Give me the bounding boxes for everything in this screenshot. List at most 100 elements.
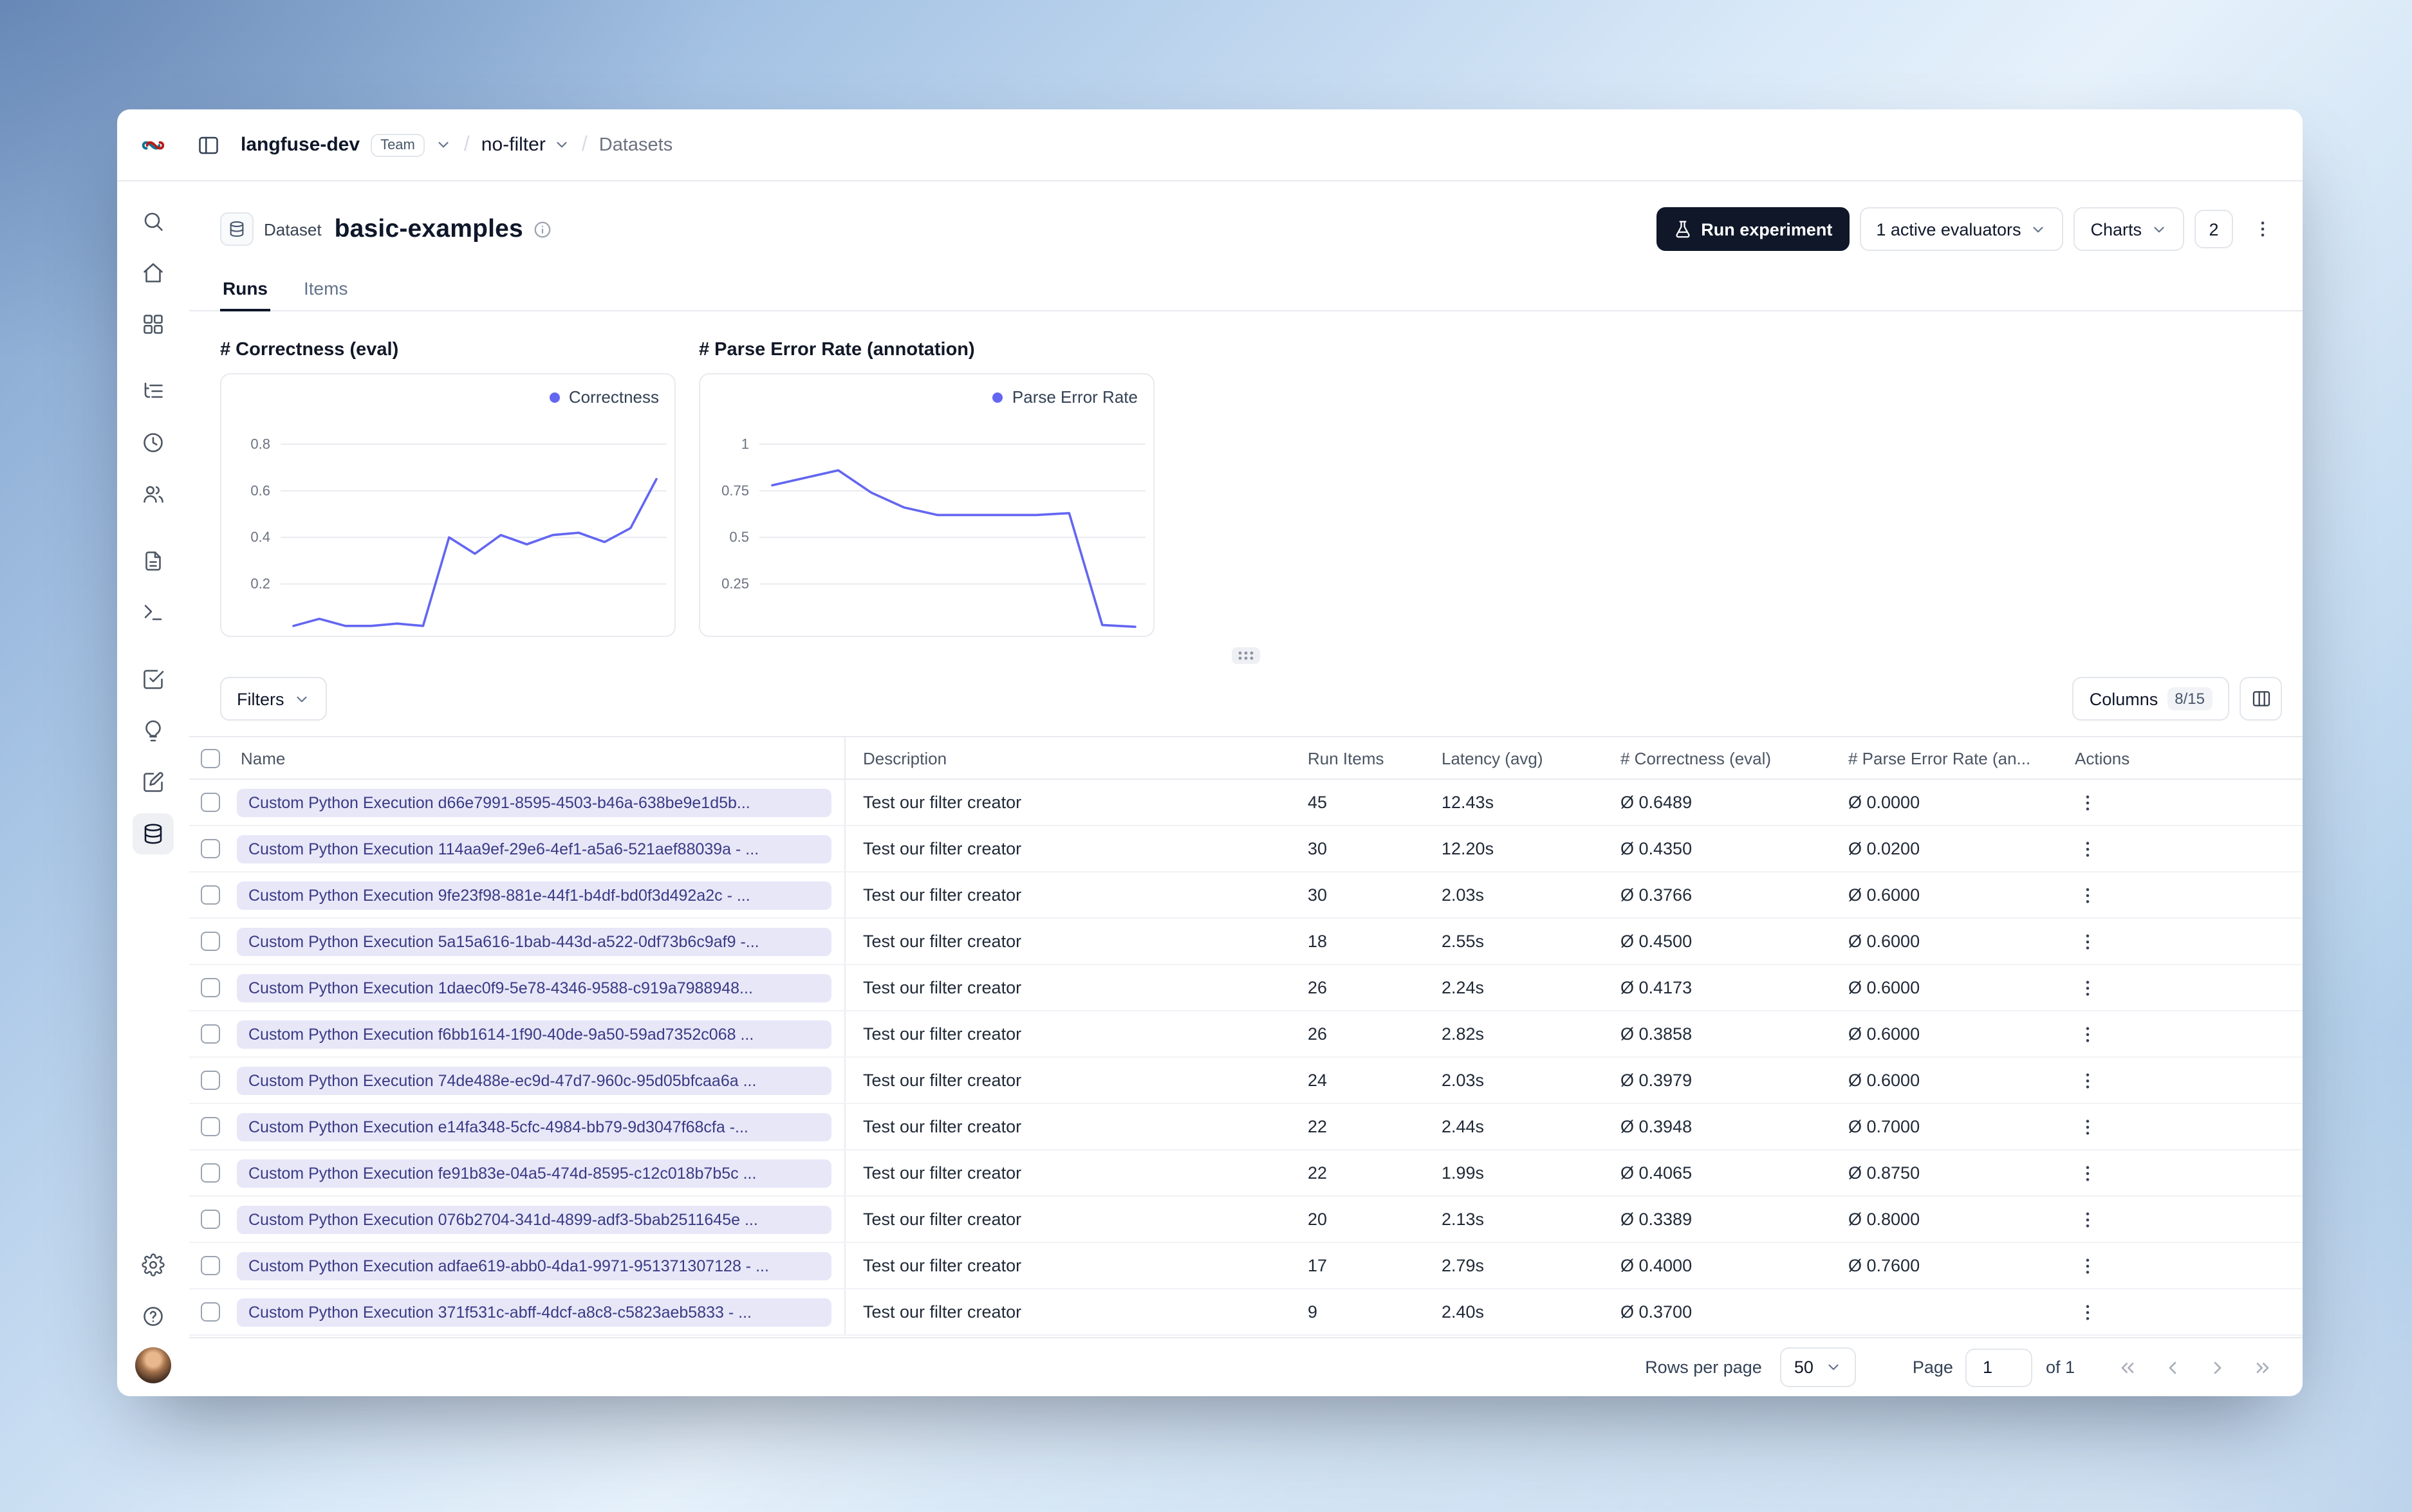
sidebar-item-sessions[interactable] xyxy=(133,422,174,463)
breadcrumb-project[interactable]: no-filter xyxy=(481,134,570,156)
column-header-parse-error-rate[interactable]: # Parse Error Rate (an... xyxy=(1830,736,2057,780)
user-avatar[interactable] xyxy=(135,1347,171,1383)
column-header-description[interactable]: Description xyxy=(844,736,1290,780)
row-checkbox[interactable] xyxy=(200,1071,219,1091)
sidebar-item-datasets[interactable] xyxy=(133,813,174,854)
table-row[interactable]: Custom Python Execution adfae619-abb0-4d… xyxy=(189,1242,2303,1289)
breadcrumb-org[interactable]: langfuse-dev Team xyxy=(241,133,452,156)
table-row[interactable]: Custom Python Execution d66e7991-8595-45… xyxy=(189,779,2303,826)
row-actions-menu[interactable] xyxy=(2070,1248,2106,1284)
runs-table: Name Description Run Items Latency (avg)… xyxy=(189,736,2303,1337)
table-row[interactable]: Custom Python Execution 9fe23f98-881e-44… xyxy=(189,872,2303,919)
row-actions-menu[interactable] xyxy=(2070,1201,2106,1237)
tab-runs[interactable]: Runs xyxy=(220,269,270,311)
row-checkbox[interactable] xyxy=(200,1210,219,1230)
row-checkbox[interactable] xyxy=(200,839,219,859)
info-icon[interactable] xyxy=(533,219,553,239)
sidebar-item-playground[interactable] xyxy=(133,592,174,633)
sidebar-item-evaluation[interactable] xyxy=(133,659,174,700)
run-name-link[interactable]: Custom Python Execution d66e7991-8595-45… xyxy=(237,788,831,816)
sidebar-item-support[interactable] xyxy=(133,1296,174,1337)
table-row[interactable]: Custom Python Execution 076b2704-341d-48… xyxy=(189,1196,2303,1243)
tab-items[interactable]: Items xyxy=(301,269,350,310)
run-name-link[interactable]: Custom Python Execution f6bb1614-1f90-40… xyxy=(237,1020,831,1048)
sidebar-item-users[interactable] xyxy=(133,474,174,515)
columns-button[interactable]: Columns 8/15 xyxy=(2072,677,2229,721)
sidebar-toggle-button[interactable] xyxy=(189,125,228,164)
row-actions-menu[interactable] xyxy=(2070,1294,2106,1330)
table-row[interactable]: Custom Python Execution fe91b83e-04a5-47… xyxy=(189,1150,2303,1197)
row-checkbox[interactable] xyxy=(200,932,219,952)
table-row[interactable]: Custom Python Execution 74de488e-ec9d-47… xyxy=(189,1057,2303,1104)
sidebar-item-dashboards[interactable] xyxy=(133,304,174,345)
next-page-button[interactable] xyxy=(2198,1348,2237,1387)
sidebar-item-tracing[interactable] xyxy=(133,371,174,412)
run-items-count: 24 xyxy=(1290,1057,1424,1104)
run-name-link[interactable]: Custom Python Execution 9fe23f98-881e-44… xyxy=(237,881,831,909)
sidebar-item-settings[interactable] xyxy=(133,1244,174,1286)
charts-select[interactable]: Charts xyxy=(2073,207,2184,251)
sidebar-item-insights[interactable] xyxy=(133,710,174,751)
table-row[interactable]: Custom Python Execution 114aa9ef-29e6-4e… xyxy=(189,825,2303,872)
table-row[interactable]: Custom Python Execution 371f531c-abff-4d… xyxy=(189,1289,2303,1336)
row-checkbox[interactable] xyxy=(200,793,219,813)
run-name-link[interactable]: Custom Python Execution 371f531c-abff-4d… xyxy=(237,1298,831,1326)
row-checkbox[interactable] xyxy=(200,1256,219,1276)
breadcrumb-section[interactable]: Datasets xyxy=(599,134,673,155)
row-actions-menu[interactable] xyxy=(2070,831,2106,867)
kebab-menu-icon xyxy=(2086,1304,2090,1320)
run-name-link[interactable]: Custom Python Execution e14fa348-5cfc-49… xyxy=(237,1112,831,1141)
resize-grip-handle[interactable] xyxy=(1232,647,1260,664)
sidebar-item-home[interactable] xyxy=(133,252,174,293)
sidebar-item-annotation[interactable] xyxy=(133,762,174,803)
row-actions-menu[interactable] xyxy=(2070,970,2106,1006)
filters-button[interactable]: Filters xyxy=(220,677,327,721)
chart-card: Parse Error Rate 0.25 0.5 0.75 1 xyxy=(699,373,1155,637)
column-header-name[interactable]: Name xyxy=(230,736,845,780)
row-checkbox[interactable] xyxy=(200,1024,219,1044)
column-header-latency[interactable]: Latency (avg) xyxy=(1424,736,1602,780)
row-checkbox[interactable] xyxy=(200,1117,219,1137)
row-checkbox[interactable] xyxy=(200,1302,219,1322)
active-evaluators-select[interactable]: 1 active evaluators xyxy=(1859,207,2064,251)
run-name-link[interactable]: Custom Python Execution 5a15a616-1bab-44… xyxy=(237,927,831,955)
run-name-link[interactable]: Custom Python Execution 1daec0f9-5e78-43… xyxy=(237,973,831,1002)
table-row[interactable]: Custom Python Execution f6bb1614-1f90-40… xyxy=(189,1011,2303,1058)
column-header-run-items[interactable]: Run Items xyxy=(1290,736,1424,780)
row-checkbox[interactable] xyxy=(200,978,219,998)
run-name-link[interactable]: Custom Python Execution adfae619-abb0-4d… xyxy=(237,1251,831,1280)
run-name-link[interactable]: Custom Python Execution 74de488e-ec9d-47… xyxy=(237,1066,831,1094)
last-page-button[interactable] xyxy=(2243,1348,2282,1387)
first-page-button[interactable] xyxy=(2108,1348,2147,1387)
column-header-correctness[interactable]: # Correctness (eval) xyxy=(1602,736,1830,780)
prev-page-button[interactable] xyxy=(2153,1348,2192,1387)
row-height-button[interactable] xyxy=(2240,677,2282,721)
page-number-input[interactable] xyxy=(1965,1348,2033,1387)
row-actions-menu[interactable] xyxy=(2070,784,2106,820)
table-row[interactable]: Custom Python Execution 1daec0f9-5e78-43… xyxy=(189,964,2303,1011)
row-actions-menu[interactable] xyxy=(2070,1155,2106,1191)
row-checkbox[interactable] xyxy=(200,885,219,905)
select-all-checkbox[interactable] xyxy=(200,749,219,769)
row-actions-menu[interactable] xyxy=(2070,923,2106,959)
run-name-link[interactable]: Custom Python Execution fe91b83e-04a5-47… xyxy=(237,1159,831,1187)
sidebar-item-prompts[interactable] xyxy=(133,540,174,582)
run-experiment-button[interactable]: Run experiment xyxy=(1656,207,1850,251)
run-name-link[interactable]: Custom Python Execution 114aa9ef-29e6-4e… xyxy=(237,834,831,863)
page-more-actions-button[interactable] xyxy=(2243,210,2282,248)
run-parse-error-avg: Ø 0.6000 xyxy=(1830,964,2057,1011)
row-actions-menu[interactable] xyxy=(2070,1016,2106,1052)
charts-count-badge[interactable]: 2 xyxy=(2194,210,2233,248)
table-row[interactable]: Custom Python Execution 5a15a616-1bab-44… xyxy=(189,918,2303,965)
row-checkbox[interactable] xyxy=(200,1163,219,1183)
row-actions-menu[interactable] xyxy=(2070,1062,2106,1098)
row-actions-menu[interactable] xyxy=(2070,1109,2106,1145)
sidebar-item-search[interactable] xyxy=(133,201,174,242)
svg-text:1: 1 xyxy=(741,436,749,452)
run-name-link[interactable]: Custom Python Execution 076b2704-341d-48… xyxy=(237,1205,831,1233)
run-parse-error-avg: Ø 0.6000 xyxy=(1830,872,2057,919)
row-actions-menu[interactable] xyxy=(2070,877,2106,913)
rows-per-page-select[interactable]: 50 xyxy=(1779,1347,1856,1387)
columns-label: Columns xyxy=(2089,689,2158,708)
table-row[interactable]: Custom Python Execution e14fa348-5cfc-49… xyxy=(189,1103,2303,1150)
